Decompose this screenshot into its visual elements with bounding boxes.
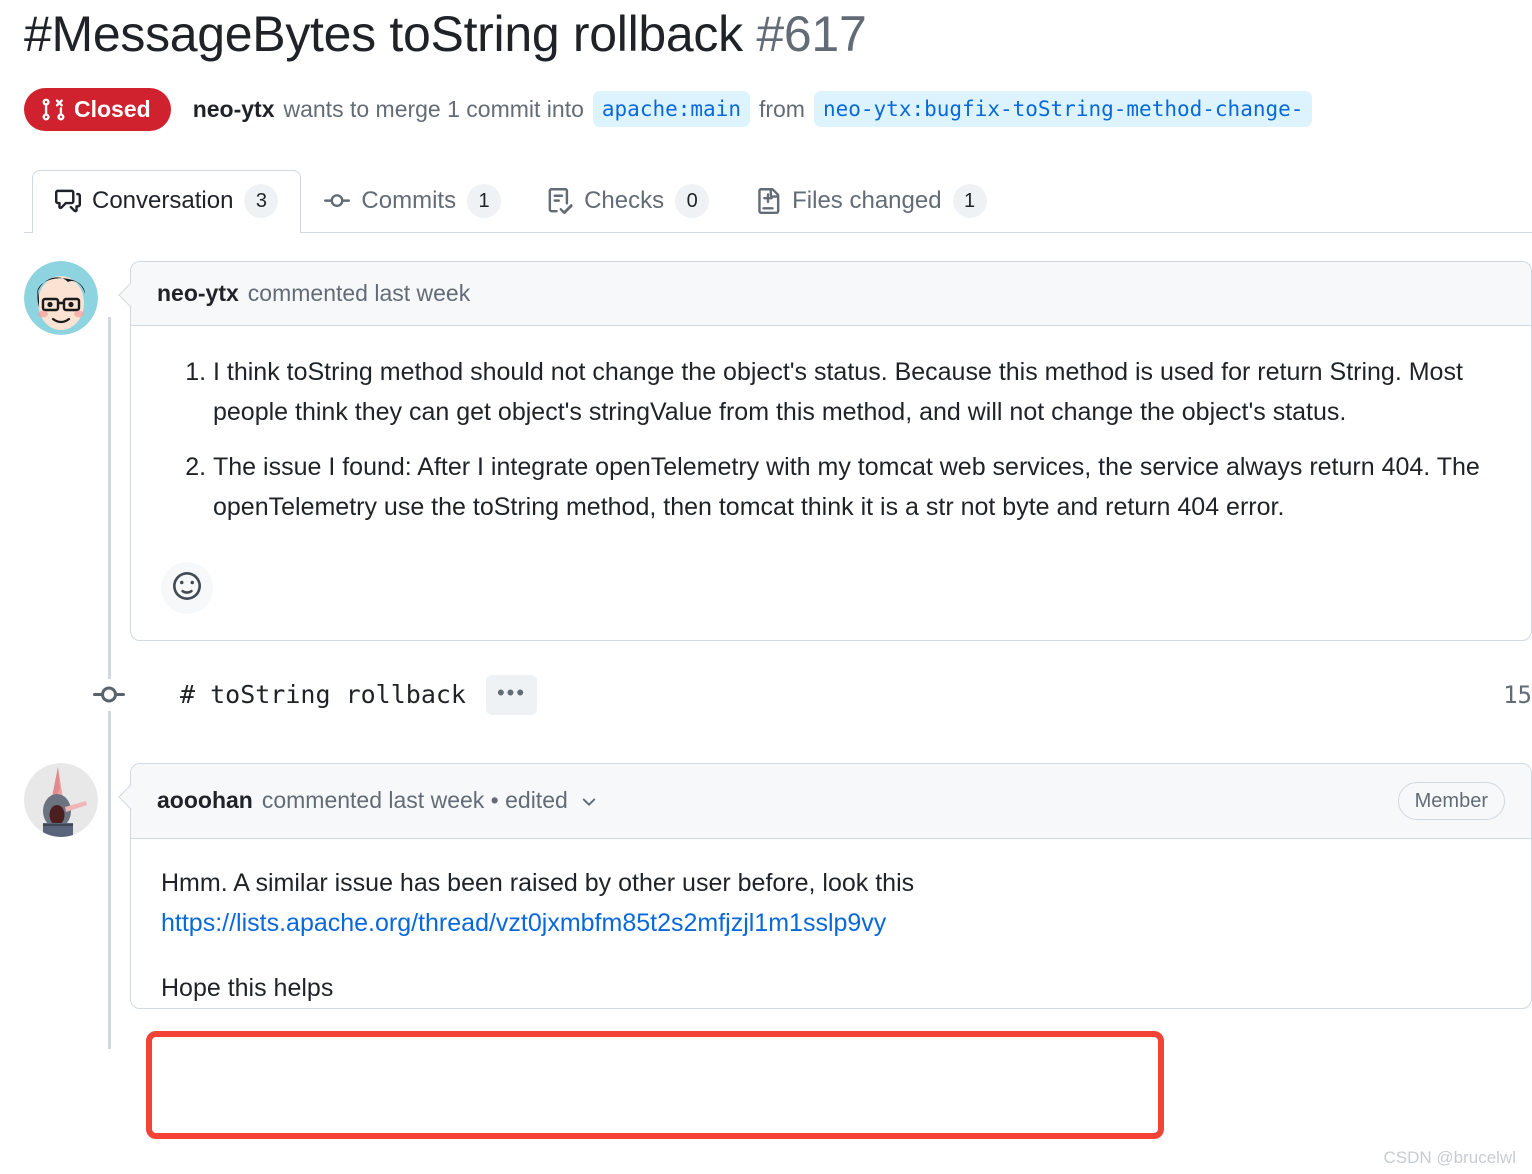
pr-subhead: Closed neo-ytx wants to merge 1 commit i… [24,87,1532,131]
commit-content: # toString rollback ••• 15 [180,674,1532,715]
merge-description: neo-ytx wants to merge 1 commit into apa… [193,90,1313,128]
tab-files-changed-label: Files changed [792,187,942,214]
comment-discussion-icon [55,188,81,214]
commit-message[interactable]: # toString rollback [180,680,466,709]
comment-header: neo-ytx commented last week [131,261,1531,326]
status-badge: Closed [24,87,171,131]
pr-tabnav: Conversation 3 Commits 1 Checks 0 Files … [24,169,1532,233]
avatar[interactable] [24,762,98,837]
list-item: I think toString method should not chang… [213,352,1501,433]
tab-checks[interactable]: Checks 0 [524,170,732,232]
pr-title-text: #MessageBytes toString rollback [24,6,743,62]
watermark: CSDN @brucelwl [1383,1148,1516,1167]
comment-author[interactable]: aooohan [157,787,253,814]
comment-body: Hmm. A similar issue has been raised by … [131,839,1531,954]
comment-meta: commented last week • edited [261,787,568,813]
annotation-highlight-box [146,1031,1164,1139]
base-branch-chip[interactable]: apache:main [592,90,750,128]
merge-text: wants to merge 1 commit into [283,95,584,122]
tab-commits-count: 1 [467,184,502,218]
comment-bubble: aooohan commented last week • edited Mem… [130,762,1532,1009]
timeline: neo-ytx commented last week I think toSt… [24,260,1532,1049]
tab-conversation[interactable]: Conversation 3 [32,169,302,233]
checklist-icon [547,188,573,214]
chevron-down-icon[interactable] [579,791,599,811]
commit-expand-button[interactable]: ••• [485,674,538,715]
tab-conversation-count: 3 [244,184,279,218]
page-title: #MessageBytes toString rollback #617 [24,6,1532,64]
smiley-icon [173,572,201,603]
comment-author[interactable]: neo-ytx [157,280,239,307]
git-commit-dot-icon [88,678,130,711]
tab-checks-label: Checks [584,187,665,214]
member-badge: Member [1397,781,1505,820]
tab-commits-label: Commits [361,187,457,214]
comment-text-line: Hmm. A similar issue has been raised by … [161,868,915,897]
from-label: from [758,95,805,122]
git-commit-icon [324,188,351,214]
tab-checks-count: 0 [675,184,710,218]
comment-reactions [131,548,1531,640]
comment-text-line-2: Hope this helps [161,973,334,1002]
comment-body: I think toString method should not chang… [131,326,1531,548]
head-branch-chip[interactable]: neo-ytx:bugfix-toString-method-change- [813,90,1313,128]
external-link[interactable]: https://lists.apache.org/thread/vzt0jxmb… [161,909,886,937]
pull-request-page: #MessageBytes toString rollback #617 Clo… [0,0,1532,1174]
timeline-comment-2: aooohan commented last week • edited Mem… [24,762,1532,1009]
comment-bubble: neo-ytx commented last week I think toSt… [130,260,1532,641]
tab-commits[interactable]: Commits 1 [301,170,524,232]
file-diff-icon [755,188,781,214]
comment-meta: commented last week [247,279,471,306]
timeline-comment-1: neo-ytx commented last week I think toSt… [24,260,1532,641]
pull-request-closed-icon [41,97,66,122]
pr-author[interactable]: neo-ytx [193,96,275,123]
add-reaction-button[interactable] [161,561,213,614]
avatar[interactable] [24,260,98,335]
comment-ordered-list: I think toString method should not chang… [161,352,1501,528]
pr-number: #617 [756,6,867,62]
tab-files-changed[interactable]: Files changed 1 [732,170,1009,232]
comment-header: aooohan commented last week • edited Mem… [131,763,1531,839]
list-item: The issue I found: After I integrate ope… [213,447,1501,528]
tab-files-changed-count: 1 [952,184,987,218]
status-badge-label: Closed [74,95,151,122]
tab-conversation-label: Conversation [92,187,234,214]
timeline-commit-row: # toString rollback ••• 15 [24,649,1532,741]
commit-sha[interactable]: 15 [1503,681,1532,709]
